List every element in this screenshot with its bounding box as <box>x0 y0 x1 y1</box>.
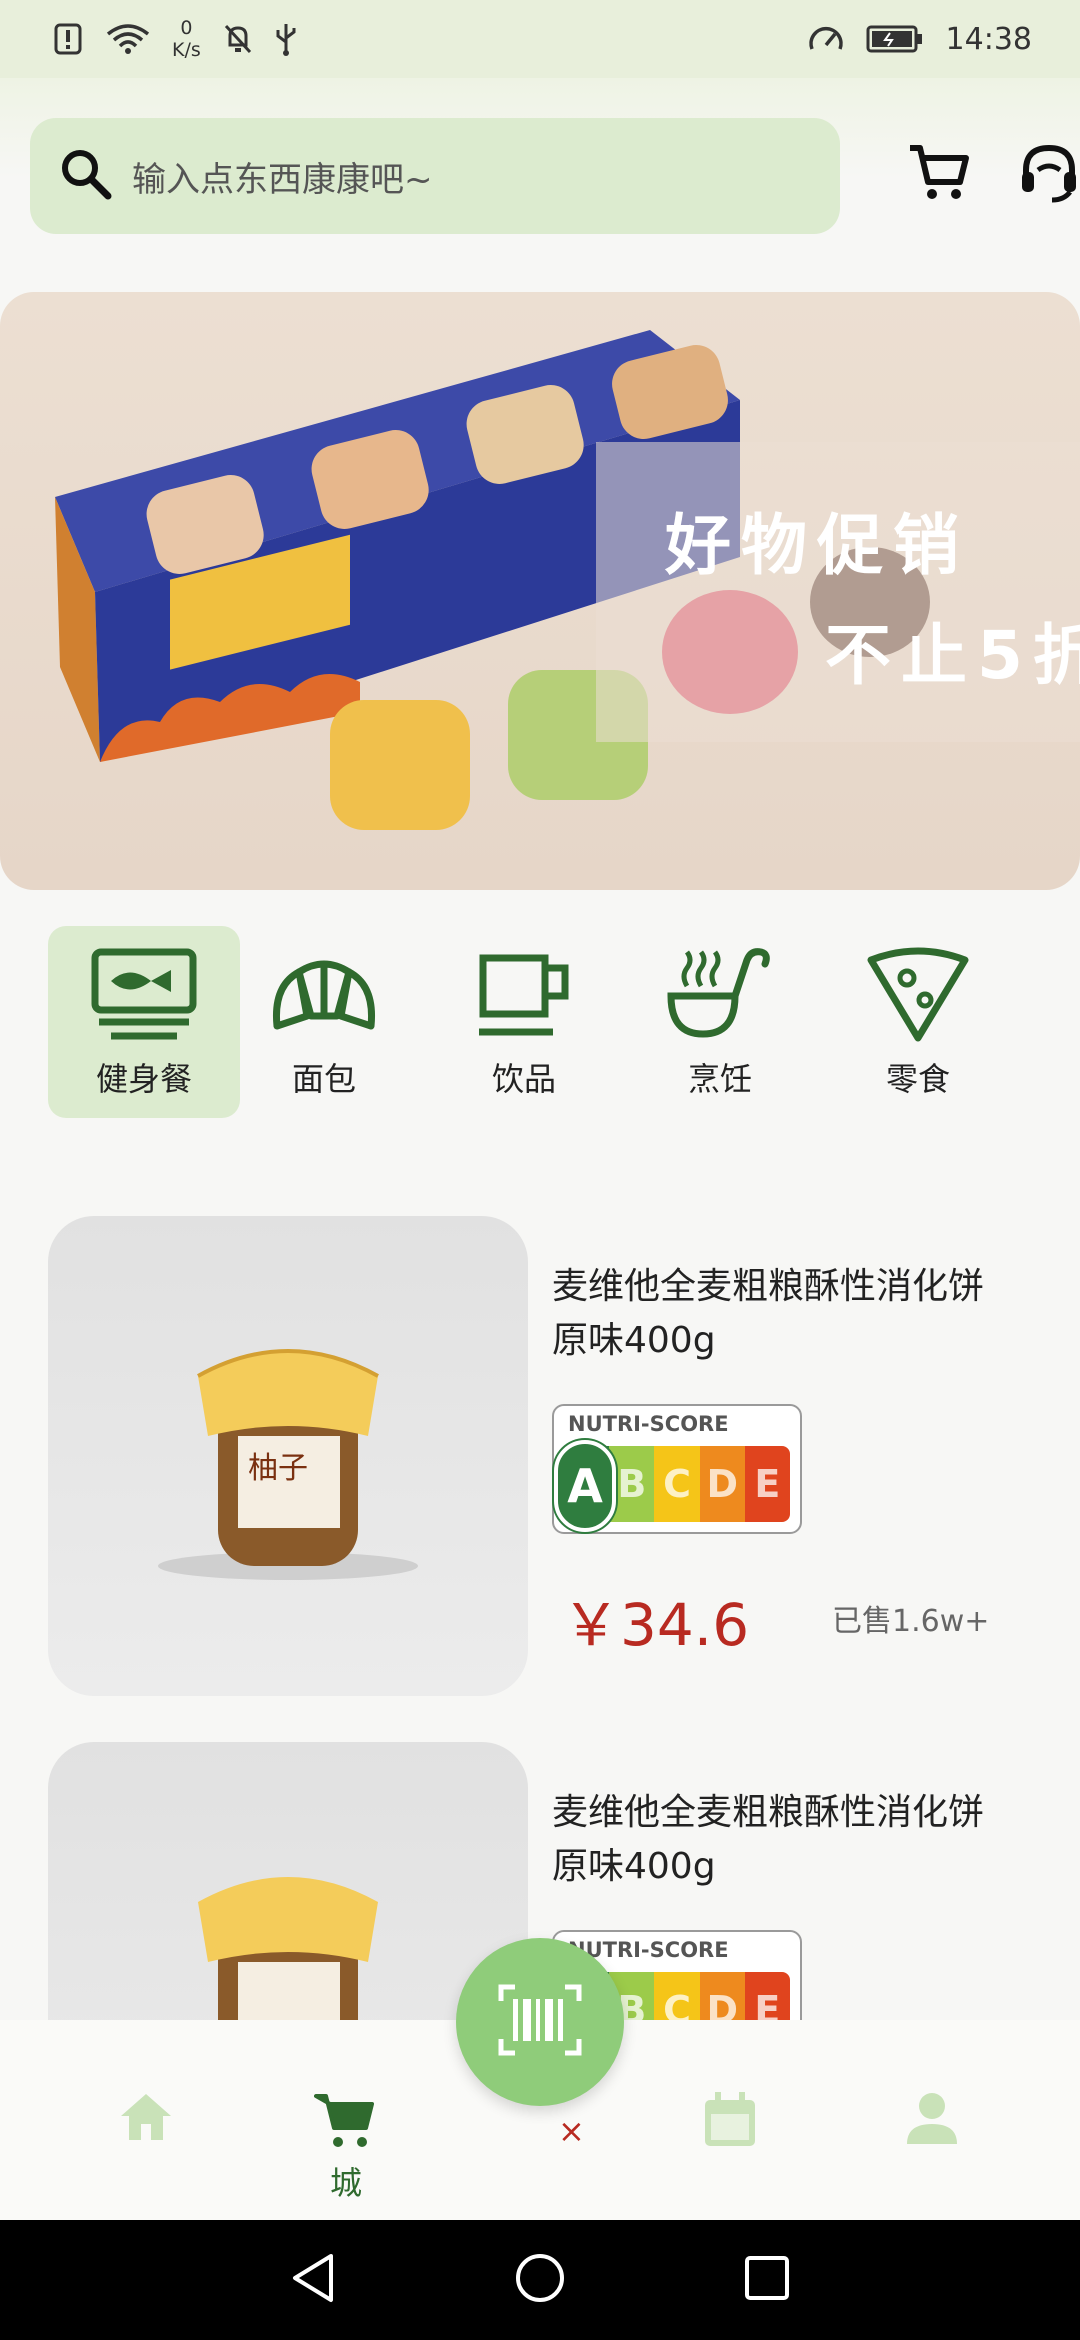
nav-home[interactable] <box>86 2090 206 2200</box>
customer-service-icon[interactable] <box>1018 140 1080 210</box>
category-bar: 健身餐 面包 饮品 烹饪 零食 <box>0 926 1080 1118</box>
nav-mall[interactable]: 城 <box>286 2090 406 2202</box>
nutri-score-title: NUTRI-SCORE <box>568 1412 729 1436</box>
wifi-icon <box>106 24 150 54</box>
category-label: 零食 <box>885 1060 950 1098</box>
category-cooking[interactable]: 烹饪 <box>624 926 816 1118</box>
banner-subheadline: 不止5折 <box>825 617 1080 694</box>
nutri-grade-e: E <box>744 1446 791 1522</box>
pizza-slice-icon <box>863 946 973 1046</box>
usb-icon <box>275 22 297 56</box>
scan-barcode-button[interactable] <box>456 1938 624 2106</box>
product-price: ￥34.6 <box>562 1591 750 1659</box>
ladle-icon <box>665 946 775 1046</box>
nutri-score-badge: NUTRI-SCORE A B C D E A <box>552 1404 802 1534</box>
category-fitness-meal[interactable]: 健身餐 <box>48 926 240 1118</box>
user-icon <box>903 2090 961 2150</box>
fish-plate-icon <box>89 946 199 1046</box>
nutri-grade-c: C <box>654 1446 700 1522</box>
svg-text:柚子: 柚子 <box>248 1451 308 1486</box>
product-image: 柚子 <box>48 1216 528 1696</box>
croissant-icon <box>269 946 379 1046</box>
jar-illustration: 柚子 <box>158 1349 418 1580</box>
speedometer-icon <box>808 23 844 55</box>
product-title: 麦维他全麦粗粮酥性消化饼原味400g <box>552 1792 985 1887</box>
net-speed-unit: K/s <box>172 39 201 61</box>
search-placeholder: 输入点东西康康吧~ <box>132 159 433 200</box>
search-icon <box>58 146 114 206</box>
net-speed: 0 K/s <box>172 17 201 61</box>
nutri-grade-d: D <box>699 1446 745 1522</box>
alert-icon <box>54 23 84 55</box>
bell-off-icon <box>223 23 253 55</box>
nav-calendar[interactable] <box>670 2090 790 2200</box>
cart-icon[interactable] <box>906 140 972 210</box>
recents-icon[interactable] <box>743 2254 791 2306</box>
category-label: 烹饪 <box>687 1060 752 1098</box>
home-icon <box>117 2090 175 2148</box>
back-icon[interactable] <box>289 2252 337 2308</box>
product-card[interactable]: 柚子 麦维他全麦粗粮酥性消化饼原味400g NUTRI-SCORE A B C … <box>48 1216 1038 1696</box>
nutri-selected-grade: A <box>554 1440 616 1532</box>
barcode-scan-icon <box>497 1983 583 2061</box>
search-input[interactable]: 输入点东西康康吧~ <box>30 118 840 234</box>
product-sold-count: 已售1.6w+ <box>832 1604 990 1639</box>
category-label: 饮品 <box>491 1060 556 1098</box>
category-label: 面包 <box>291 1060 356 1098</box>
net-speed-value: 0 <box>180 17 193 39</box>
calendar-icon <box>701 2090 759 2154</box>
category-snacks[interactable]: 零食 <box>822 926 1014 1118</box>
promo-banner[interactable]: 好物促销 不止5折 <box>0 292 1080 890</box>
category-label: 健身餐 <box>95 1060 192 1098</box>
battery-icon <box>866 24 924 54</box>
close-mark-icon: × <box>558 2112 585 2150</box>
category-bread[interactable]: 面包 <box>228 926 420 1118</box>
product-title: 麦维他全麦粗粮酥性消化饼原味400g <box>552 1266 985 1361</box>
cart-icon <box>314 2090 378 2154</box>
banner-headline: 好物促销 <box>665 507 969 584</box>
status-bar: 0 K/s 14:38 <box>0 0 1080 78</box>
status-time: 14:38 <box>945 21 1032 57</box>
nav-mall-label: 城 <box>329 2164 362 2202</box>
home-circle-icon[interactable] <box>514 2252 566 2308</box>
cup-icon <box>469 946 579 1046</box>
nav-profile[interactable] <box>872 2090 992 2200</box>
system-nav-bar <box>0 2220 1080 2340</box>
category-drinks[interactable]: 饮品 <box>428 926 620 1118</box>
